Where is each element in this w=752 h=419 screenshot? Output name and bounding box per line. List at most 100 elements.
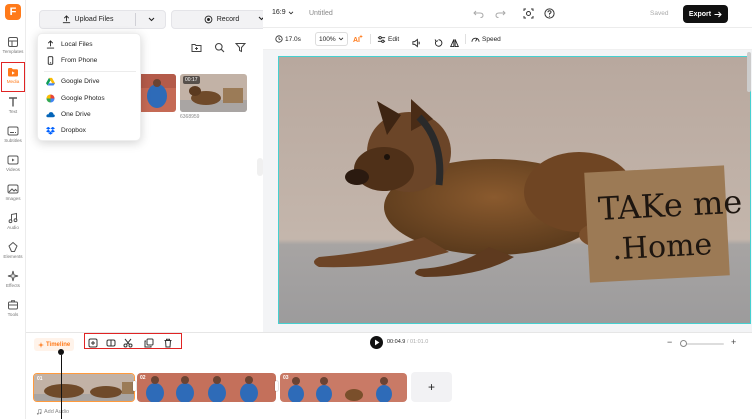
record-label: Record xyxy=(216,16,240,23)
stage-scrollbar[interactable] xyxy=(747,52,751,92)
timeline-clip-3[interactable]: 03 xyxy=(280,373,407,402)
onedrive-icon xyxy=(46,111,55,117)
app-logo[interactable]: F xyxy=(5,4,21,20)
toolbar-divider xyxy=(465,34,466,44)
play-button[interactable] xyxy=(370,336,383,349)
upload-dropdown-toggle[interactable] xyxy=(136,11,166,28)
undo-icon[interactable] xyxy=(473,8,484,19)
menu-item-local-files[interactable]: Local Files xyxy=(38,36,142,52)
sparkle-icon xyxy=(38,341,44,348)
upload-files-label: Upload Files xyxy=(74,16,114,23)
upload-files-main[interactable]: Upload Files xyxy=(40,11,135,28)
rail-item-elements[interactable]: Elements xyxy=(0,239,26,265)
google-drive-icon xyxy=(46,77,55,86)
rail-item-templates[interactable]: Templates xyxy=(0,34,26,60)
timeline-zoom-slider[interactable] xyxy=(684,343,724,345)
rail-item-images[interactable]: Images xyxy=(0,181,26,207)
clip-filmstrip xyxy=(137,373,276,402)
upload-source-menu: Local Files From Phone Google Drive Goog… xyxy=(37,33,141,141)
search-icon[interactable] xyxy=(214,42,225,53)
edit-toolbar: 17.0s 100% AI Edit Speed xyxy=(263,28,752,50)
menu-item-google-photos[interactable]: Google Photos xyxy=(38,90,142,106)
timeline-label[interactable]: Timeline xyxy=(34,338,75,351)
chevron-down-icon xyxy=(148,17,154,22)
redo-icon[interactable] xyxy=(495,8,506,19)
speedometer-icon xyxy=(471,37,480,42)
text-icon xyxy=(9,97,17,107)
volume-icon[interactable] xyxy=(412,36,421,50)
screenshot-icon[interactable] xyxy=(523,8,534,19)
zoom-value: 100% xyxy=(319,35,336,43)
clip-number: 01 xyxy=(37,376,43,382)
clip-duration[interactable]: 17.0s xyxy=(275,32,301,46)
zoom-in-button[interactable]: + xyxy=(731,337,736,347)
aspect-ratio-value: 16:9 xyxy=(272,9,286,16)
rail-item-text[interactable]: Text xyxy=(0,94,26,120)
phone-icon xyxy=(47,55,54,65)
dropbox-icon xyxy=(46,126,55,135)
current-time: 00:04.9 xyxy=(387,339,406,345)
ai-tools-button[interactable]: AI xyxy=(353,32,363,46)
total-time: / 01:01.0 xyxy=(406,339,429,345)
flip-icon[interactable] xyxy=(450,36,459,50)
clip-trim-handle[interactable] xyxy=(275,381,278,391)
preview-stage: TAKe me .Home xyxy=(263,50,752,332)
upload-icon xyxy=(46,39,55,49)
rotate-icon[interactable] xyxy=(434,36,443,50)
timeline-clip-2[interactable]: 02 xyxy=(137,373,276,402)
aspect-ratio-select[interactable]: 16:9 xyxy=(272,9,294,16)
clip-filmstrip xyxy=(280,373,407,402)
upload-files-button[interactable]: Upload Files xyxy=(39,10,166,29)
edit-button[interactable]: Edit xyxy=(377,32,399,46)
menu-item-google-drive[interactable]: Google Drive xyxy=(38,73,142,89)
rail-item-label: Audio xyxy=(7,225,19,230)
menu-item-label: Dropbox xyxy=(61,126,86,134)
clip-number: 03 xyxy=(283,375,289,381)
playhead xyxy=(60,355,62,419)
play-icon xyxy=(375,339,380,346)
preview-image: TAKe me .Home xyxy=(279,57,750,323)
media-thumbnail-2[interactable]: 00:17 xyxy=(180,74,247,112)
templates-icon xyxy=(8,37,18,47)
rail-item-subtitles[interactable]: Subtitles xyxy=(0,123,26,149)
menu-item-from-phone[interactable]: From Phone xyxy=(38,52,142,68)
rail-item-label: Images xyxy=(5,196,21,201)
clip-trim-handle[interactable] xyxy=(133,381,136,391)
menu-item-dropbox[interactable]: Dropbox xyxy=(38,122,142,138)
top-bar: 16:9 Untitled Saved Export xyxy=(263,0,752,28)
edit-label: Edit xyxy=(388,35,400,43)
rail-item-label: Effects xyxy=(6,283,20,288)
speed-button[interactable]: Speed xyxy=(471,32,501,46)
timeline-label-text: Timeline xyxy=(46,341,71,348)
clip-duration-value: 17.0s xyxy=(285,35,301,43)
project-title[interactable]: Untitled xyxy=(309,10,333,17)
canvas-preview[interactable]: TAKe me .Home xyxy=(278,56,751,324)
rail-item-audio[interactable]: Audio xyxy=(0,210,26,236)
thumbnail-duration: 00:17 xyxy=(183,76,200,84)
clip-filmstrip xyxy=(34,374,134,401)
export-button[interactable]: Export xyxy=(683,5,728,23)
timeline-clip-1[interactable]: 01 xyxy=(33,373,135,402)
rail-item-tools[interactable]: Tools xyxy=(0,297,26,323)
tools-icon xyxy=(8,300,18,310)
media-thumbnail-1[interactable] xyxy=(137,74,176,112)
record-button[interactable]: Record xyxy=(171,10,272,29)
rail-item-label: Elements xyxy=(3,254,23,259)
zoom-out-button[interactable]: − xyxy=(667,337,672,347)
rail-item-effects[interactable]: Effects xyxy=(0,268,26,294)
clip-number: 02 xyxy=(140,375,146,381)
add-clip-button[interactable]: + xyxy=(411,372,452,402)
add-audio-button[interactable]: Add Audio xyxy=(36,409,69,415)
help-icon[interactable] xyxy=(544,8,555,19)
menu-item-one-drive[interactable]: One Drive xyxy=(38,106,142,122)
google-photos-icon xyxy=(46,93,55,103)
rail-item-label: Tools xyxy=(7,312,19,317)
filter-icon[interactable] xyxy=(235,42,246,53)
rail-item-videos[interactable]: Videos xyxy=(0,152,26,178)
music-note-icon xyxy=(36,409,42,415)
timeline-zoom-knob[interactable] xyxy=(680,340,687,347)
zoom-select[interactable]: 100% xyxy=(315,32,348,46)
new-folder-icon[interactable] xyxy=(191,42,202,53)
subtitles-icon xyxy=(7,126,19,136)
ai-sparkle-icon: AI xyxy=(353,34,363,44)
